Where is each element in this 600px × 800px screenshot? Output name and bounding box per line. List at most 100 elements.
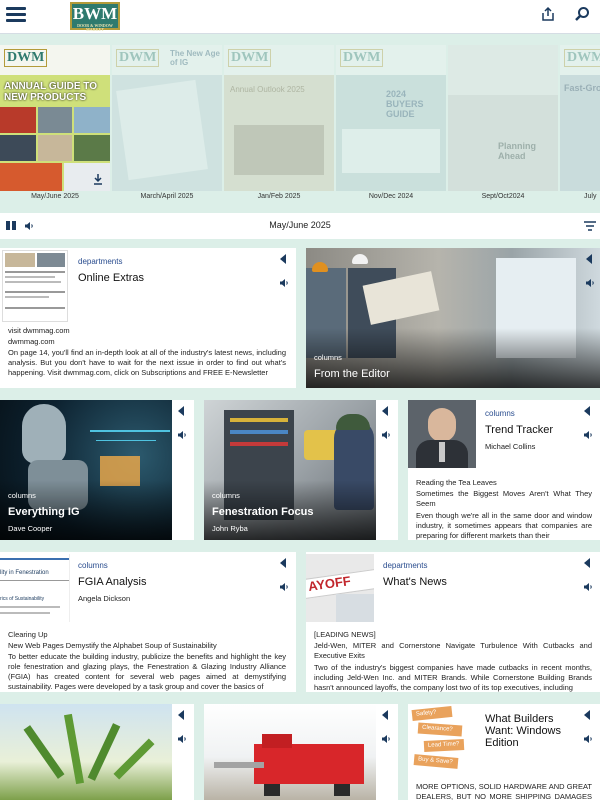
search-icon[interactable] bbox=[574, 6, 590, 22]
previous-arrow-icon[interactable] bbox=[280, 254, 286, 264]
issue-title: May/June 2025 bbox=[269, 220, 331, 230]
article-title: Trend Tracker bbox=[485, 424, 554, 436]
article-title: Fenestration Focus bbox=[212, 506, 314, 518]
article-deck: Jeld-Wen, MITER and Cornerstone Navigate… bbox=[314, 641, 592, 660]
article-thumbnail: Safety? Clearance? Lead Time? Buy & Save… bbox=[408, 704, 476, 772]
issue-bar: May/June 2025 bbox=[0, 213, 600, 239]
article-card-everything-ig[interactable]: columns Everything IG Dave Cooper bbox=[0, 400, 194, 540]
download-icon[interactable] bbox=[92, 173, 104, 185]
article-author: John Ryba bbox=[212, 524, 248, 533]
article-link-text: visit dwmmag.com bbox=[8, 326, 70, 335]
article-author: Michael Collins bbox=[485, 442, 536, 451]
previous-arrow-icon[interactable] bbox=[584, 710, 590, 720]
sticky-note: Clearance? bbox=[417, 722, 463, 737]
article-deck: New Web Pages Demystify the Alphabet Sou… bbox=[8, 641, 217, 650]
speaker-icon[interactable] bbox=[381, 734, 391, 744]
speaker-icon[interactable] bbox=[381, 430, 391, 440]
article-title: From the Editor bbox=[314, 368, 390, 380]
article-excerpt: To better educate the building industry,… bbox=[8, 652, 286, 691]
issue-cover-nov-dec-2024[interactable]: DWM 2024 BUYERS GUIDE bbox=[336, 45, 446, 191]
previous-arrow-icon[interactable] bbox=[280, 558, 286, 568]
article-card-online-extras[interactable]: departments Online Extras visit dwmmag.c… bbox=[0, 248, 296, 388]
article-author: Angela Dickson bbox=[78, 594, 131, 603]
article-card-cannabis[interactable] bbox=[0, 704, 194, 800]
share-icon[interactable] bbox=[540, 6, 556, 22]
author-photo bbox=[408, 400, 476, 468]
article-card-what-builders-want[interactable]: Safety? Clearance? Lead Time? Buy & Save… bbox=[408, 704, 600, 800]
sticky-note: Buy & Save? bbox=[413, 754, 459, 769]
cover-headline: The New Age of IG bbox=[170, 49, 220, 67]
article-card-equipment[interactable] bbox=[204, 704, 398, 800]
previous-arrow-icon[interactable] bbox=[584, 406, 590, 416]
sticky-note: Safety? bbox=[411, 705, 453, 722]
speaker-icon[interactable] bbox=[177, 430, 187, 440]
previous-arrow-icon[interactable] bbox=[584, 558, 590, 568]
article-category: columns bbox=[485, 409, 515, 418]
issue-cover-jan-feb-2025[interactable]: DWM Annual Outlook 2025 bbox=[224, 45, 334, 191]
cover-headline: ANNUAL GUIDE TO NEW PRODUCTS bbox=[4, 81, 97, 103]
article-excerpt: Even though we're all in the same door a… bbox=[416, 511, 592, 540]
article-thumbnail: AYOFF bbox=[306, 554, 374, 622]
issue-label[interactable]: Sept/Oct2024 bbox=[448, 193, 558, 200]
previous-arrow-icon[interactable] bbox=[586, 254, 592, 264]
article-card-from-the-editor[interactable]: columns From the Editor bbox=[306, 248, 600, 388]
previous-arrow-icon[interactable] bbox=[382, 710, 388, 720]
logo[interactable]: BWM DOOR & WINDOW MARKET bbox=[70, 2, 120, 32]
article-category: columns bbox=[212, 491, 240, 500]
issue-label[interactable]: March/April 2025 bbox=[112, 193, 222, 200]
article-title: Everything IG bbox=[8, 506, 80, 518]
article-title: Online Extras bbox=[78, 272, 145, 284]
cover-headline: Planning Ahead bbox=[498, 141, 536, 161]
article-category: departments bbox=[383, 561, 428, 570]
filter-icon[interactable] bbox=[584, 221, 596, 231]
article-deck: Sometimes the Biggest Moves Aren't What … bbox=[416, 489, 592, 508]
issue-cover-sept-oct-2024[interactable]: Planning Ahead bbox=[448, 45, 558, 191]
article-kicker: Clearing Up bbox=[8, 630, 48, 639]
top-bar: BWM DOOR & WINDOW MARKET bbox=[0, 0, 600, 34]
previous-arrow-icon[interactable] bbox=[178, 710, 184, 720]
article-title: What Builders Want: Windows Edition bbox=[485, 713, 562, 749]
article-category: columns bbox=[8, 491, 36, 500]
article-author: Dave Cooper bbox=[8, 524, 53, 533]
issue-label[interactable]: May/June 2025 bbox=[0, 193, 110, 200]
article-category: columns bbox=[314, 353, 342, 362]
article-thumbnail bbox=[2, 250, 68, 322]
thumbnail-text: lity in Fenestration bbox=[0, 570, 49, 576]
previous-arrow-icon[interactable] bbox=[382, 406, 388, 416]
issue-carousel[interactable]: DWM ANNUAL GUIDE TO NEW PRODUCTS May/Jun… bbox=[0, 35, 600, 213]
speaker-icon[interactable] bbox=[583, 734, 593, 744]
issue-cover-may-june-2025[interactable]: DWM ANNUAL GUIDE TO NEW PRODUCTS bbox=[0, 45, 110, 191]
speaker-icon[interactable] bbox=[583, 582, 593, 592]
article-thumbnail: lity in Fenestration rics of Sustainabil… bbox=[0, 554, 70, 622]
article-title: FGIA Analysis bbox=[78, 576, 147, 588]
article-kicker: [LEADING NEWS] bbox=[314, 630, 376, 639]
issue-label[interactable]: Jan/Feb 2025 bbox=[224, 193, 334, 200]
cover-headline: 2024 BUYERS GUIDE bbox=[386, 89, 424, 119]
article-link-text: dwmmag.com bbox=[8, 337, 55, 346]
speaker-icon[interactable] bbox=[585, 278, 595, 288]
article-excerpt: Two of the industry's biggest companies … bbox=[314, 663, 592, 692]
cover-headline: Annual Outlook 2025 bbox=[230, 85, 305, 94]
speaker-icon[interactable] bbox=[583, 430, 593, 440]
article-category: columns bbox=[78, 561, 108, 570]
article-title: What's News bbox=[383, 576, 447, 588]
sticky-note: Lead Time? bbox=[423, 738, 465, 753]
menu-icon[interactable] bbox=[6, 7, 26, 23]
thumbnail-text: rics of Sustainability bbox=[0, 596, 45, 602]
logo-subtext: DOOR & WINDOW MARKET bbox=[77, 23, 113, 32]
article-card-trend-tracker[interactable]: columns Trend Tracker Michael Collins Re… bbox=[408, 400, 600, 540]
article-category: departments bbox=[78, 257, 123, 266]
speaker-icon[interactable] bbox=[279, 278, 289, 288]
speaker-icon[interactable] bbox=[177, 734, 187, 744]
speaker-icon[interactable] bbox=[279, 582, 289, 592]
issue-cover-july[interactable]: DWM Fast-Grow bbox=[560, 45, 600, 191]
issue-label[interactable]: July bbox=[560, 193, 600, 200]
issue-cover-march-april-2025[interactable]: DWM The New Age of IG bbox=[112, 45, 222, 191]
article-card-fenestration-focus[interactable]: columns Fenestration Focus John Ryba bbox=[204, 400, 398, 540]
issue-label[interactable]: Nov/Dec 2024 bbox=[336, 193, 446, 200]
article-kicker: Reading the Tea Leaves bbox=[416, 478, 497, 487]
logo-text: BWM bbox=[72, 4, 118, 23]
article-card-whats-news[interactable]: AYOFF departments What's News [LEADING N… bbox=[306, 552, 600, 692]
article-card-fgia-analysis[interactable]: lity in Fenestration rics of Sustainabil… bbox=[0, 552, 296, 692]
previous-arrow-icon[interactable] bbox=[178, 406, 184, 416]
